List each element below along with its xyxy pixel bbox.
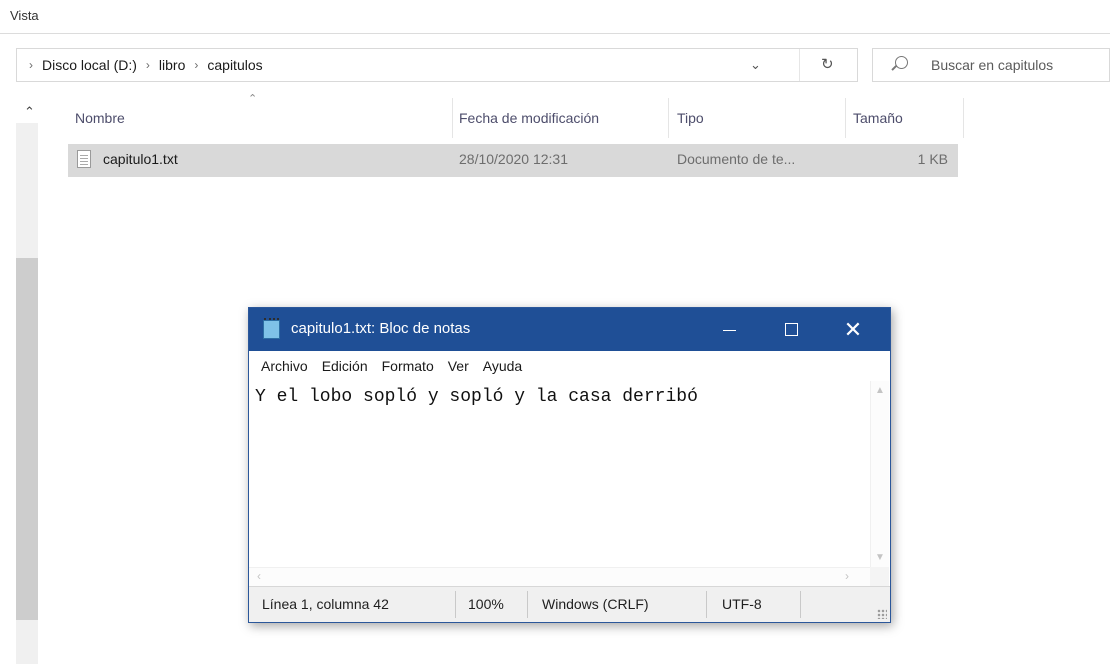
- breadcrumb-separator-icon[interactable]: ›: [146, 58, 150, 72]
- address-bar[interactable]: › Disco local (D:) › libro › capitulos ⌄…: [16, 48, 858, 82]
- file-name[interactable]: capitulo1.txt: [103, 151, 178, 167]
- column-header-size[interactable]: Tamaño: [853, 110, 903, 126]
- notepad-window[interactable]: capitulo1.txt: Bloc de notas ✕ Archivo E…: [248, 307, 891, 623]
- minimize-button[interactable]: [698, 308, 760, 351]
- status-divider: [800, 591, 801, 618]
- file-type: Documento de te...: [677, 151, 796, 167]
- close-button[interactable]: ✕: [822, 308, 884, 351]
- resize-grip-icon[interactable]: [877, 609, 887, 619]
- search-box[interactable]: Buscar en capitulos: [872, 48, 1110, 82]
- menu-ayuda[interactable]: Ayuda: [483, 358, 522, 374]
- ribbon-divider: [0, 33, 1110, 34]
- breadcrumb-separator-icon[interactable]: ›: [194, 58, 198, 72]
- status-line-endings: Windows (CRLF): [542, 596, 649, 612]
- ribbon-tab-view[interactable]: Vista: [10, 8, 39, 23]
- column-header-modified[interactable]: Fecha de modificación: [459, 110, 599, 126]
- status-bar: Línea 1, columna 42 100% Windows (CRLF) …: [249, 586, 890, 622]
- search-input[interactable]: Buscar en capitulos: [931, 57, 1053, 73]
- scroll-up-icon[interactable]: ▲: [875, 385, 885, 396]
- address-divider: [799, 49, 800, 81]
- nav-pane-scroll-up-icon[interactable]: ⌃: [24, 104, 35, 120]
- menu-ver[interactable]: Ver: [448, 358, 469, 374]
- status-cursor-position: Línea 1, columna 42: [262, 596, 389, 612]
- sort-ascending-icon: ⌃: [248, 93, 258, 105]
- minimize-icon: [722, 330, 736, 331]
- maximize-button[interactable]: [760, 308, 822, 351]
- close-icon: ✕: [843, 316, 863, 342]
- status-divider: [455, 591, 456, 618]
- text-editor[interactable]: Y el lobo sopló y sopló y la casa derrib…: [249, 381, 870, 567]
- status-zoom: 100%: [468, 596, 504, 612]
- breadcrumb-item-libro[interactable]: libro: [159, 57, 185, 73]
- status-encoding: UTF-8: [722, 596, 762, 612]
- breadcrumb: › Disco local (D:) › libro › capitulos: [29, 49, 263, 81]
- editor-content[interactable]: Y el lobo sopló y sopló y la casa derrib…: [255, 387, 698, 407]
- file-row[interactable]: capitulo1.txt 28/10/2020 12:31 Documento…: [68, 144, 958, 177]
- scroll-left-icon[interactable]: ‹: [257, 569, 261, 583]
- notepad-titlebar[interactable]: capitulo1.txt: Bloc de notas ✕: [249, 308, 890, 351]
- scroll-down-icon[interactable]: ▼: [875, 552, 885, 563]
- breadcrumb-overflow-chevron-icon[interactable]: ›: [29, 58, 33, 72]
- address-history-chevron-icon[interactable]: ⌄: [750, 57, 761, 73]
- status-divider: [527, 591, 528, 618]
- editor-vertical-scrollbar[interactable]: ▲ ▼: [870, 381, 889, 567]
- scrollbar-corner: [870, 567, 889, 586]
- search-icon: [895, 56, 908, 69]
- editor-horizontal-scrollbar[interactable]: ‹ ›: [249, 567, 870, 586]
- maximize-icon: [784, 323, 798, 336]
- breadcrumb-item-capitulos[interactable]: capitulos: [207, 57, 262, 73]
- text-file-icon: [77, 150, 91, 168]
- notepad-menubar: Archivo Edición Formato Ver Ayuda: [249, 351, 890, 381]
- column-separator[interactable]: [452, 98, 453, 138]
- column-header-name[interactable]: Nombre: [75, 110, 125, 126]
- scroll-right-icon[interactable]: ›: [845, 569, 849, 583]
- notepad-app-icon[interactable]: [263, 318, 280, 339]
- menu-archivo[interactable]: Archivo: [261, 358, 308, 374]
- status-divider: [706, 591, 707, 618]
- column-separator[interactable]: [963, 98, 964, 138]
- notepad-title: capitulo1.txt: Bloc de notas: [291, 320, 471, 337]
- column-separator[interactable]: [845, 98, 846, 138]
- breadcrumb-item-disk[interactable]: Disco local (D:): [42, 57, 137, 73]
- file-size: 1 KB: [917, 151, 948, 167]
- column-header-type[interactable]: Tipo: [677, 110, 704, 126]
- refresh-icon[interactable]: ↻: [821, 55, 834, 73]
- menu-formato[interactable]: Formato: [382, 358, 434, 374]
- file-modified: 28/10/2020 12:31: [459, 151, 568, 167]
- nav-pane-scroll-thumb[interactable]: [16, 258, 38, 620]
- menu-edicion[interactable]: Edición: [322, 358, 368, 374]
- column-separator[interactable]: [668, 98, 669, 138]
